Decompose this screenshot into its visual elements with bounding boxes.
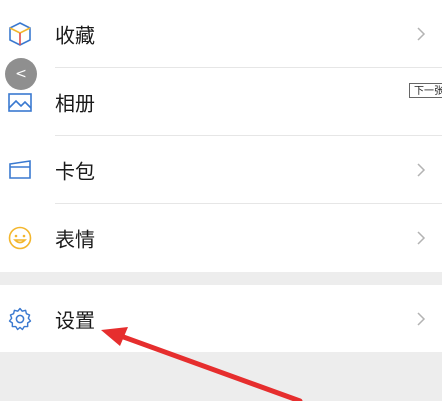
smiley-face-icon <box>6 224 34 252</box>
chevron-right-icon <box>417 27 426 41</box>
menu-group-settings: 设置 <box>0 285 442 352</box>
menu-item-settings[interactable]: 设置 <box>0 285 442 352</box>
menu-item-favorites[interactable]: 收藏 <box>0 0 442 68</box>
back-button[interactable]: < <box>5 58 37 90</box>
chevron-right-icon <box>417 231 426 245</box>
gear-icon <box>6 305 34 333</box>
menu-item-label: 设置 <box>55 308 95 332</box>
menu-item-album[interactable]: 相册 <box>0 68 442 136</box>
next-tooltip: 下一张 <box>409 83 442 98</box>
menu-item-label: 收藏 <box>55 23 95 48</box>
menu-item-stickers[interactable]: 表情 <box>0 204 442 272</box>
menu-item-label: 相册 <box>55 91 95 116</box>
favorites-cube-icon <box>6 20 34 48</box>
chevron-right-icon <box>417 163 426 177</box>
album-image-icon <box>6 88 34 116</box>
back-arrow-icon: < <box>15 66 27 82</box>
card-wallet-icon <box>6 156 34 184</box>
menu-item-label: 卡包 <box>55 159 95 184</box>
menu-item-card-wallet[interactable]: 卡包 <box>0 136 442 204</box>
menu-group-main: 收藏 相册 卡包 表情 <box>0 0 442 272</box>
menu-item-label: 表情 <box>55 227 95 252</box>
chevron-right-icon <box>417 311 426 326</box>
